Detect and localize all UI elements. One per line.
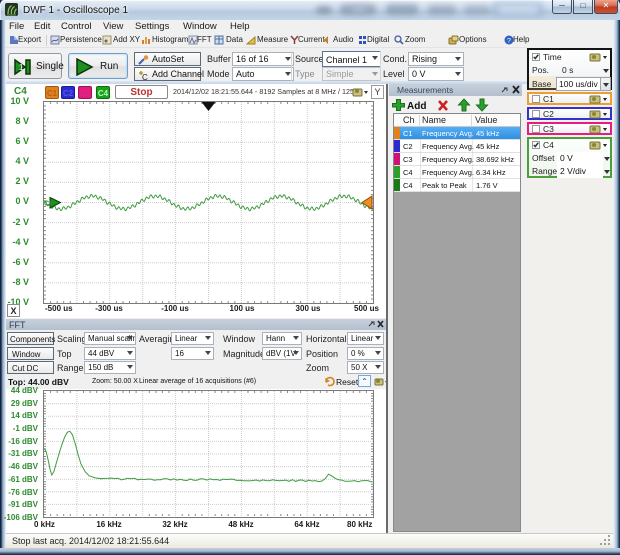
svg-text:C4: C4: [44, 201, 53, 208]
svg-text:?: ?: [507, 38, 511, 45]
svg-text:C: C: [142, 73, 148, 80]
svg-text:1: 1: [19, 63, 24, 72]
svg-text:Add: Add: [407, 101, 426, 112]
